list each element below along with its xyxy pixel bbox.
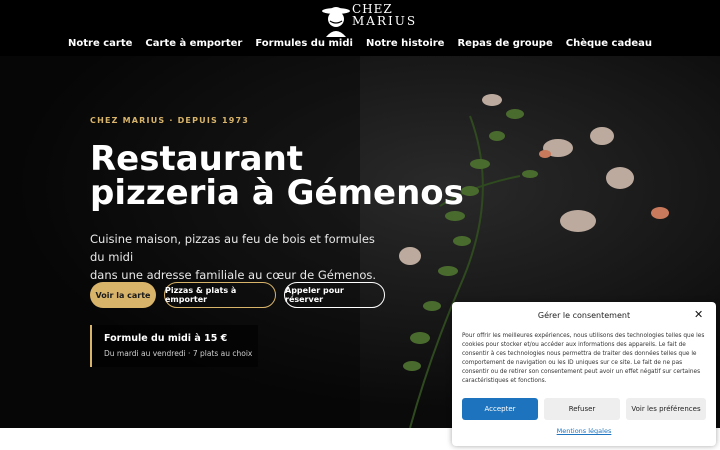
main-nav: Notre carte Carte à emporter Formules du…: [0, 38, 720, 49]
promo-title: Formule du midi à 15 €: [104, 333, 228, 344]
takeaway-button[interactable]: Pizzas & plats à emporter: [164, 282, 276, 308]
close-icon[interactable]: ✕: [694, 308, 703, 321]
hero-eyebrow: CHEZ MARIUS · DEPUIS 1973: [90, 116, 250, 125]
cookie-consent-dialog: Gérer le consentement ✕ Pour offrir les …: [452, 302, 716, 446]
brand-wordmark[interactable]: CHEZ MARIUS: [352, 3, 417, 27]
view-menu-button[interactable]: Voir la carte: [90, 282, 156, 308]
legal-notice-link[interactable]: Mentions légales: [452, 427, 716, 435]
nav-item-formules-du-midi[interactable]: Formules du midi: [255, 38, 353, 49]
hero-subtitle: Cuisine maison, pizzas au feu de bois et…: [90, 230, 390, 284]
hero-subtitle-line1: Cuisine maison, pizzas au feu de bois et…: [90, 232, 375, 264]
accept-button[interactable]: Accepter: [462, 398, 538, 420]
nav-item-carte-a-emporter[interactable]: Carte à emporter: [145, 38, 242, 49]
preferences-button[interactable]: Voir les préférences: [626, 398, 706, 420]
brand-line2: MARIUS: [352, 14, 418, 28]
nav-item-repas-de-groupe[interactable]: Repas de groupe: [457, 38, 552, 49]
nav-item-notre-carte[interactable]: Notre carte: [68, 38, 132, 49]
consent-body-text: Pour offrir les meilleures expériences, …: [462, 333, 705, 384]
nav-item-notre-histoire[interactable]: Notre histoire: [366, 38, 445, 49]
call-reserve-button[interactable]: Appeler pour réserver: [284, 282, 385, 308]
lunch-promo-card: Formule du midi à 15 € Du mardi au vendr…: [90, 325, 258, 367]
promo-subtitle: Du mardi au vendredi · 7 plats au choix: [104, 349, 253, 358]
site-header: CHEZ MARIUS Notre carte Carte à emporter…: [0, 0, 720, 56]
nav-item-cheque-cadeau[interactable]: Chèque cadeau: [566, 38, 652, 49]
consent-title: Gérer le consentement: [537, 311, 631, 320]
hero-title-line1: Restaurant: [90, 139, 304, 179]
hero-title: Restaurant pizzeria à Gémenos: [90, 142, 464, 210]
hero-title-line2: pizzeria à Gémenos: [90, 173, 464, 213]
refuse-button[interactable]: Refuser: [544, 398, 620, 420]
